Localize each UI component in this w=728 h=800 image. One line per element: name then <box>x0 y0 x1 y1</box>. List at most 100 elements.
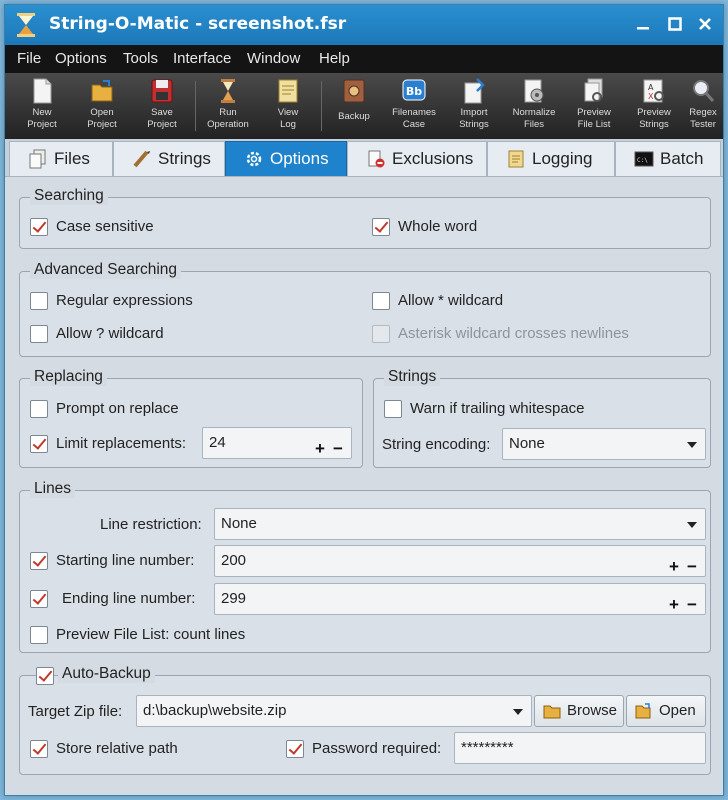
password-required-checkbox[interactable] <box>286 740 304 758</box>
string-encoding-dropdown[interactable]: None <box>502 428 706 460</box>
count-lines-checkbox[interactable] <box>30 626 48 644</box>
menu-window[interactable]: Window <box>247 50 300 67</box>
password-field[interactable]: ********* <box>454 732 706 764</box>
menu-interface[interactable]: Interface <box>173 50 231 67</box>
target-zip-dropdown[interactable]: d:\backup\website.zip <box>136 695 532 727</box>
chevron-down-icon <box>513 709 523 715</box>
decrement-button[interactable]: − <box>687 552 697 582</box>
replacing-group: Replacing Prompt on replace Limit replac… <box>19 368 363 468</box>
run-operation-button[interactable]: Run Operation <box>199 77 257 137</box>
strings-title: Strings <box>384 368 441 386</box>
increment-button[interactable]: + <box>315 434 325 464</box>
tab-label: Batch <box>660 149 704 168</box>
count-lines-label: Preview File List: count lines <box>56 626 246 643</box>
ending-line-checkbox[interactable] <box>30 590 48 608</box>
lines-group: Lines Line restriction: None Starting li… <box>19 480 711 653</box>
decrement-button[interactable]: − <box>687 590 697 620</box>
line-restriction-dropdown[interactable]: None <box>214 508 706 540</box>
svg-text:Bb: Bb <box>406 85 422 98</box>
open-label: Open <box>659 702 696 719</box>
app-window: String-O-Matic - screenshot.fsr File Opt… <box>4 4 724 796</box>
preview-file-list-icon <box>584 78 603 102</box>
tab-batch[interactable]: C:\ Batch <box>615 141 721 176</box>
window-title: String-O-Matic - screenshot.fsr <box>49 14 347 34</box>
store-relative-path-checkbox[interactable] <box>30 740 48 758</box>
string-encoding-label: String encoding: <box>382 436 491 453</box>
preview-strings-button[interactable]: AX Preview Strings <box>625 77 683 137</box>
starting-line-checkbox[interactable] <box>30 552 48 570</box>
view-log-button[interactable]: View Log <box>259 77 317 137</box>
target-zip-value: d:\backup\website.zip <box>143 702 287 719</box>
tab-logging[interactable]: Logging <box>487 141 615 176</box>
allow-question-wildcard-label: Allow ? wildcard <box>56 325 164 342</box>
ending-line-label: Ending line number: <box>62 590 196 607</box>
strings-icon <box>133 150 150 168</box>
menu-help[interactable]: Help <box>319 50 350 67</box>
searching-group: Searching Case sensitive Whole word <box>19 187 711 249</box>
tab-options[interactable]: Options <box>225 141 347 176</box>
toolbar-label: Preview Strings <box>637 107 671 130</box>
advanced-searching-group: Advanced Searching Regular expressions A… <box>19 261 711 357</box>
normalize-files-button[interactable]: Normalize Files <box>505 77 563 137</box>
line-restriction-value: None <box>221 515 257 532</box>
password-required-label: Password required: <box>312 740 442 757</box>
regex-tester-button[interactable]: Regex Tester <box>683 77 723 137</box>
maximize-button[interactable] <box>663 13 687 37</box>
replacing-title: Replacing <box>30 368 107 386</box>
normalize-files-icon <box>524 79 544 103</box>
toolbar-label: Filenames Case <box>392 107 436 130</box>
ending-line-field[interactable]: 299 + − <box>214 583 706 615</box>
menu-bar: File Options Tools Interface Window Help <box>5 45 723 73</box>
menu-options[interactable]: Options <box>55 50 107 67</box>
increment-button[interactable]: + <box>669 552 679 582</box>
logging-icon <box>508 150 524 168</box>
tab-files[interactable]: Files <box>9 141 113 176</box>
allow-question-wildcard-checkbox[interactable] <box>30 325 48 343</box>
title-bar: String-O-Matic - screenshot.fsr <box>5 5 723 45</box>
minimize-button[interactable] <box>631 13 655 37</box>
starting-line-field[interactable]: 200 + − <box>214 545 706 577</box>
searching-title: Searching <box>30 187 108 205</box>
preview-file-list-button[interactable]: Preview File List <box>565 77 623 137</box>
asterisk-newlines-checkbox[interactable] <box>372 325 390 343</box>
target-zip-label: Target Zip file: <box>28 703 123 720</box>
minimize-icon <box>637 27 649 30</box>
tab-strings[interactable]: Strings <box>113 141 225 176</box>
toolbar-label: Import Strings <box>459 107 489 130</box>
allow-star-wildcard-checkbox[interactable] <box>372 292 390 310</box>
starting-line-value: 200 <box>221 552 247 569</box>
toolbar-label: Save Project <box>147 107 177 130</box>
advanced-searching-title: Advanced Searching <box>30 261 182 279</box>
import-strings-button[interactable]: Import Strings <box>445 77 503 137</box>
asterisk-newlines-label: Asterisk wildcard crosses newlines <box>398 325 629 342</box>
menu-file[interactable]: File <box>17 50 41 67</box>
save-project-button[interactable]: Save Project <box>133 77 191 137</box>
files-icon <box>29 149 46 169</box>
prompt-on-replace-checkbox[interactable] <box>30 400 48 418</box>
filenames-case-button[interactable]: Bb Filenames Case <box>385 77 443 137</box>
case-sensitive-checkbox[interactable] <box>30 218 48 236</box>
warn-trailing-whitespace-checkbox[interactable] <box>384 400 402 418</box>
toolbar-label: Preview File List <box>577 107 611 130</box>
decrement-button[interactable]: − <box>333 434 343 464</box>
close-button[interactable] <box>693 13 717 37</box>
menu-tools[interactable]: Tools <box>123 50 158 67</box>
tab-label: Exclusions <box>392 149 474 168</box>
tab-label: Files <box>54 149 90 168</box>
auto-backup-checkbox[interactable] <box>36 667 54 685</box>
warn-trailing-whitespace-label: Warn if trailing whitespace <box>410 400 585 417</box>
limit-replacements-checkbox[interactable] <box>30 435 48 453</box>
new-project-button[interactable]: New Project <box>13 77 71 137</box>
open-project-button[interactable]: Open Project <box>73 77 131 137</box>
browse-button[interactable]: Browse <box>534 695 624 727</box>
line-restriction-label: Line restriction: <box>100 516 202 533</box>
open-button[interactable]: Open <box>626 695 706 727</box>
limit-replacements-field[interactable]: 24 + − <box>202 427 352 459</box>
tab-label: Logging <box>532 149 593 168</box>
increment-button[interactable]: + <box>669 590 679 620</box>
whole-word-checkbox[interactable] <box>372 218 390 236</box>
regular-expressions-checkbox[interactable] <box>30 292 48 310</box>
tab-exclusions[interactable]: Exclusions <box>347 141 487 176</box>
gear-icon <box>246 151 262 167</box>
backup-button[interactable]: Backup <box>325 77 383 137</box>
